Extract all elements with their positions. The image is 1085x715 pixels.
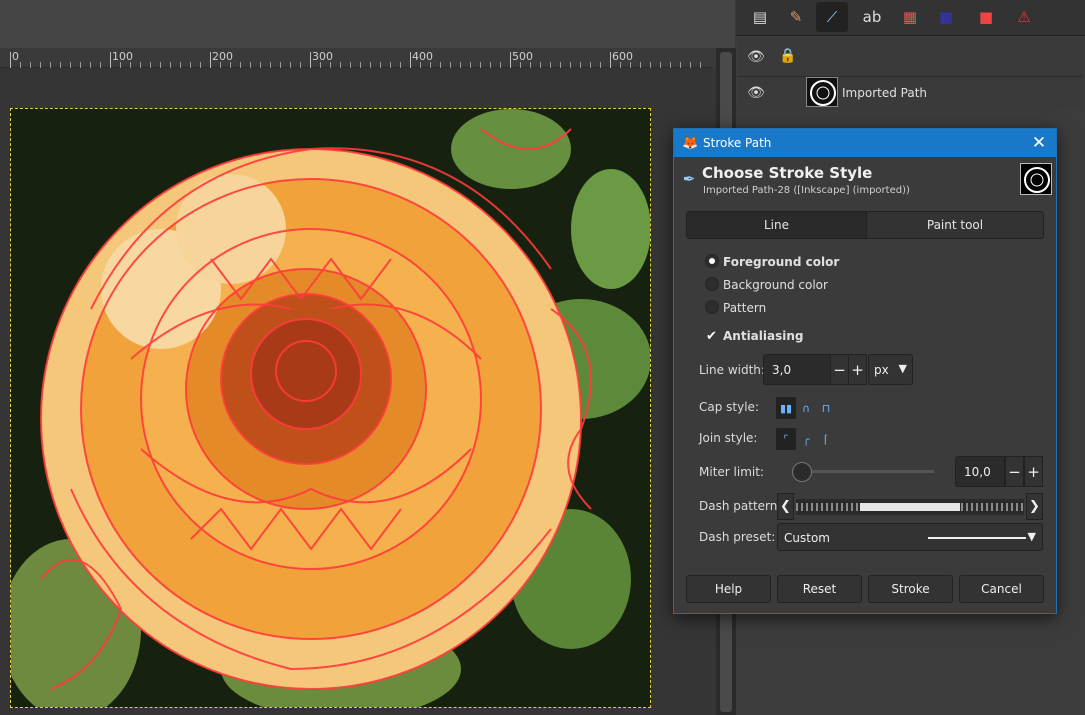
line-width-increment-button[interactable]: + xyxy=(848,354,867,385)
lock-icon[interactable]: 🔒 xyxy=(779,48,796,64)
chevron-down-icon: ▼ xyxy=(1027,530,1036,543)
unit-value: px xyxy=(874,363,889,377)
line-width-input[interactable]: 3,0 xyxy=(763,354,831,385)
dash-pattern-shift-right-icon[interactable]: ❯ xyxy=(1026,493,1043,520)
layer-name: Imported Path xyxy=(842,86,928,100)
stroke-button[interactable]: Stroke xyxy=(868,575,953,603)
cap-round-icon[interactable]: ∩ xyxy=(796,397,816,419)
horizontal-ruler[interactable]: 0 100 200 300 400 500 600 xyxy=(0,48,712,68)
ruler-label: 0 xyxy=(12,50,19,63)
miter-limit-slider-handle[interactable] xyxy=(792,462,812,482)
tab-paint-tool[interactable]: Paint tool xyxy=(866,212,1043,238)
radio-background-color[interactable] xyxy=(705,277,719,291)
ruler-major-tick xyxy=(110,52,111,68)
layers-tab-icon[interactable]: ▤ xyxy=(744,2,776,32)
path-thumbnail-icon xyxy=(810,80,836,106)
dash-preset-value: Custom xyxy=(784,531,830,545)
image-canvas[interactable] xyxy=(10,108,651,708)
ruler-major-tick xyxy=(210,52,211,68)
dialog-titlebar[interactable]: 🦊 Stroke Path ✕ xyxy=(674,129,1056,157)
join-miter-icon[interactable]: ⌜ xyxy=(776,428,796,450)
line-width-decrement-button[interactable]: − xyxy=(830,354,849,385)
join-bevel-icon[interactable]: ⌈ xyxy=(816,428,836,450)
dialog-header-subtitle: Imported Path-28 ([Inkscape] (imported)) xyxy=(703,185,910,196)
miter-limit-increment-button[interactable]: + xyxy=(1024,456,1043,487)
label-line-width: Line width: xyxy=(699,363,765,377)
unit-select[interactable]: px ▼ xyxy=(868,354,913,385)
label-join-style: Join style: xyxy=(699,431,758,445)
ruler-major-tick xyxy=(410,52,411,68)
label-background-color: Background color xyxy=(723,278,828,292)
colors-tab-icon[interactable]: ■ xyxy=(930,2,962,32)
dock-tab-bar: ▤ ✎ ⟋ ab ▦ ■ ■ ⚠ xyxy=(736,0,1085,36)
miter-limit-decrement-button[interactable]: − xyxy=(1005,456,1024,487)
label-pattern: Pattern xyxy=(723,301,767,315)
layer-header: 👁 🔒 xyxy=(738,37,1083,77)
warning-tab-icon[interactable]: ⚠ xyxy=(1008,2,1040,32)
dash-pattern-solid-segment xyxy=(860,503,960,511)
label-dash-preset: Dash preset: xyxy=(699,530,776,544)
label-foreground-color: Foreground color xyxy=(723,255,840,269)
paths-tab-icon[interactable]: ⟋ xyxy=(816,2,848,32)
cancel-button[interactable]: Cancel xyxy=(959,575,1044,603)
miter-limit-input[interactable]: 10,0 xyxy=(955,456,1005,487)
join-round-icon[interactable]: ╭ xyxy=(796,428,816,450)
label-dash-pattern: Dash pattern: xyxy=(699,499,782,513)
eye-icon[interactable]: 👁 xyxy=(747,85,765,101)
stroke-path-dialog: 🦊 Stroke Path ✕ ✒ Choose Stroke Style Im… xyxy=(673,128,1057,614)
label-antialiasing: Antialiasing xyxy=(723,329,804,343)
gimp-icon: 🦊 xyxy=(682,136,699,151)
label-miter-limit: Miter limit: xyxy=(699,465,764,479)
eye-icon[interactable]: 👁 xyxy=(747,49,765,65)
dash-preset-line-preview xyxy=(928,537,1026,539)
miter-limit-slider[interactable] xyxy=(794,470,934,473)
tab-line[interactable]: Line xyxy=(687,212,866,238)
toolbar-strip xyxy=(0,0,735,48)
cap-square-icon[interactable]: ⊓ xyxy=(816,397,836,419)
label-cap-style: Cap style: xyxy=(699,400,759,414)
stroke-path-icon: ✒ xyxy=(682,170,696,188)
cap-butt-icon[interactable]: ▮▮ xyxy=(776,397,796,419)
close-icon[interactable]: ✕ xyxy=(1028,132,1050,154)
ruler-major-tick xyxy=(610,52,611,68)
path-preview-thumbnail xyxy=(1020,163,1052,195)
gradient-tab-icon[interactable]: ■ xyxy=(970,2,1002,32)
dash-preset-select[interactable]: Custom ▼ xyxy=(777,523,1043,551)
path-thumbnail-icon xyxy=(1024,167,1050,193)
layer-row[interactable]: 👁 Imported Path xyxy=(738,77,1083,109)
dialog-header-title: Choose Stroke Style xyxy=(702,164,873,182)
fonts-tab-icon[interactable]: ab xyxy=(856,2,888,32)
dash-pattern-editor[interactable] xyxy=(796,499,1024,515)
stroke-mode-tabs: Line Paint tool xyxy=(686,211,1044,239)
brushes-tab-icon[interactable]: ✎ xyxy=(780,2,812,32)
chevron-down-icon: ▼ xyxy=(898,362,907,375)
patterns-tab-icon[interactable]: ▦ xyxy=(894,2,926,32)
dash-pattern-shift-left-icon[interactable]: ❮ xyxy=(777,493,794,520)
radio-foreground-color[interactable] xyxy=(705,254,719,268)
ruler-major-tick xyxy=(10,52,11,68)
reset-button[interactable]: Reset xyxy=(777,575,862,603)
radio-pattern[interactable] xyxy=(705,300,719,314)
gimp-window: 0 100 200 300 400 500 600 ✥ xyxy=(0,0,1085,715)
help-button[interactable]: Help xyxy=(686,575,771,603)
ruler-major-tick xyxy=(510,52,511,68)
dialog-title: Stroke Path xyxy=(703,136,772,150)
antialiasing-checkbox[interactable]: ✔ xyxy=(704,329,719,344)
layer-thumbnail xyxy=(806,77,838,107)
ruler-major-tick xyxy=(310,52,311,68)
flower-image xyxy=(11,109,650,707)
